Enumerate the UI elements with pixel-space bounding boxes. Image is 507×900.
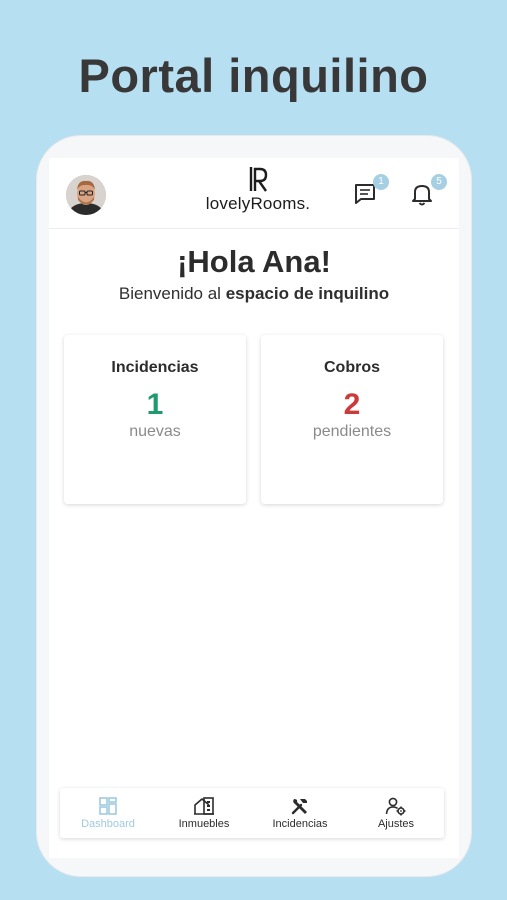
user-settings-icon — [385, 797, 406, 816]
notifications-badge: 5 — [431, 174, 447, 190]
top-bar: lovelyRooms. 1 5 — [49, 158, 459, 229]
nav-dashboard[interactable]: Dashboard — [60, 788, 156, 838]
incidencias-card[interactable]: Incidencias 1 nuevas — [64, 335, 246, 504]
notifications-button[interactable]: 5 — [411, 174, 447, 208]
logo: lovelyRooms. — [193, 166, 323, 222]
card-subtitle: pendientes — [312, 423, 392, 440]
logo-mark-icon — [249, 167, 268, 192]
building-icon — [194, 797, 214, 815]
messages-badge: 1 — [373, 174, 389, 190]
greeting-title: ¡Hola Ana! — [177, 244, 331, 279]
card-title: Cobros — [324, 359, 380, 376]
avatar[interactable] — [66, 175, 106, 215]
nav-label-incidencias: Incidencias — [272, 818, 328, 830]
bell-icon — [412, 185, 432, 206]
welcome-prefix: Bienvenido al — [118, 284, 226, 303]
phone-frame: lovelyRooms. 1 5 ¡Hola Ana! Bienvenido a… — [37, 136, 471, 876]
dashboard-icon — [99, 797, 117, 815]
cobros-card[interactable]: Cobros 2 pendientes — [261, 335, 443, 504]
nav-incidencias[interactable]: Incidencias — [252, 788, 348, 838]
card-value: 1 — [146, 388, 164, 421]
nav-inmuebles[interactable]: Inmuebles — [156, 788, 252, 838]
tools-icon — [291, 799, 307, 815]
card-title: Incidencias — [111, 359, 199, 376]
bottom-nav: Dashboard Inmuebles Incidencias Ajustes — [60, 788, 444, 838]
nav-ajustes[interactable]: Ajustes — [348, 788, 444, 838]
welcome-text: Bienvenido al espacio de inquilino — [49, 284, 459, 304]
card-subtitle: nuevas — [129, 423, 181, 440]
welcome-bold: espacio de inquilino — [225, 284, 390, 303]
nav-label-ajustes: Ajustes — [377, 818, 415, 830]
messages-button[interactable]: 1 — [353, 174, 389, 208]
app-screen: lovelyRooms. 1 5 ¡Hola Ana! Bienvenido a… — [49, 158, 459, 858]
card-value: 2 — [343, 388, 361, 421]
nav-label-dashboard: Dashboard — [81, 818, 135, 830]
logo-text: lovelyRooms. — [205, 194, 311, 213]
nav-label-inmuebles: Inmuebles — [178, 818, 230, 830]
promo-title: Portal inquilino — [78, 49, 429, 102]
